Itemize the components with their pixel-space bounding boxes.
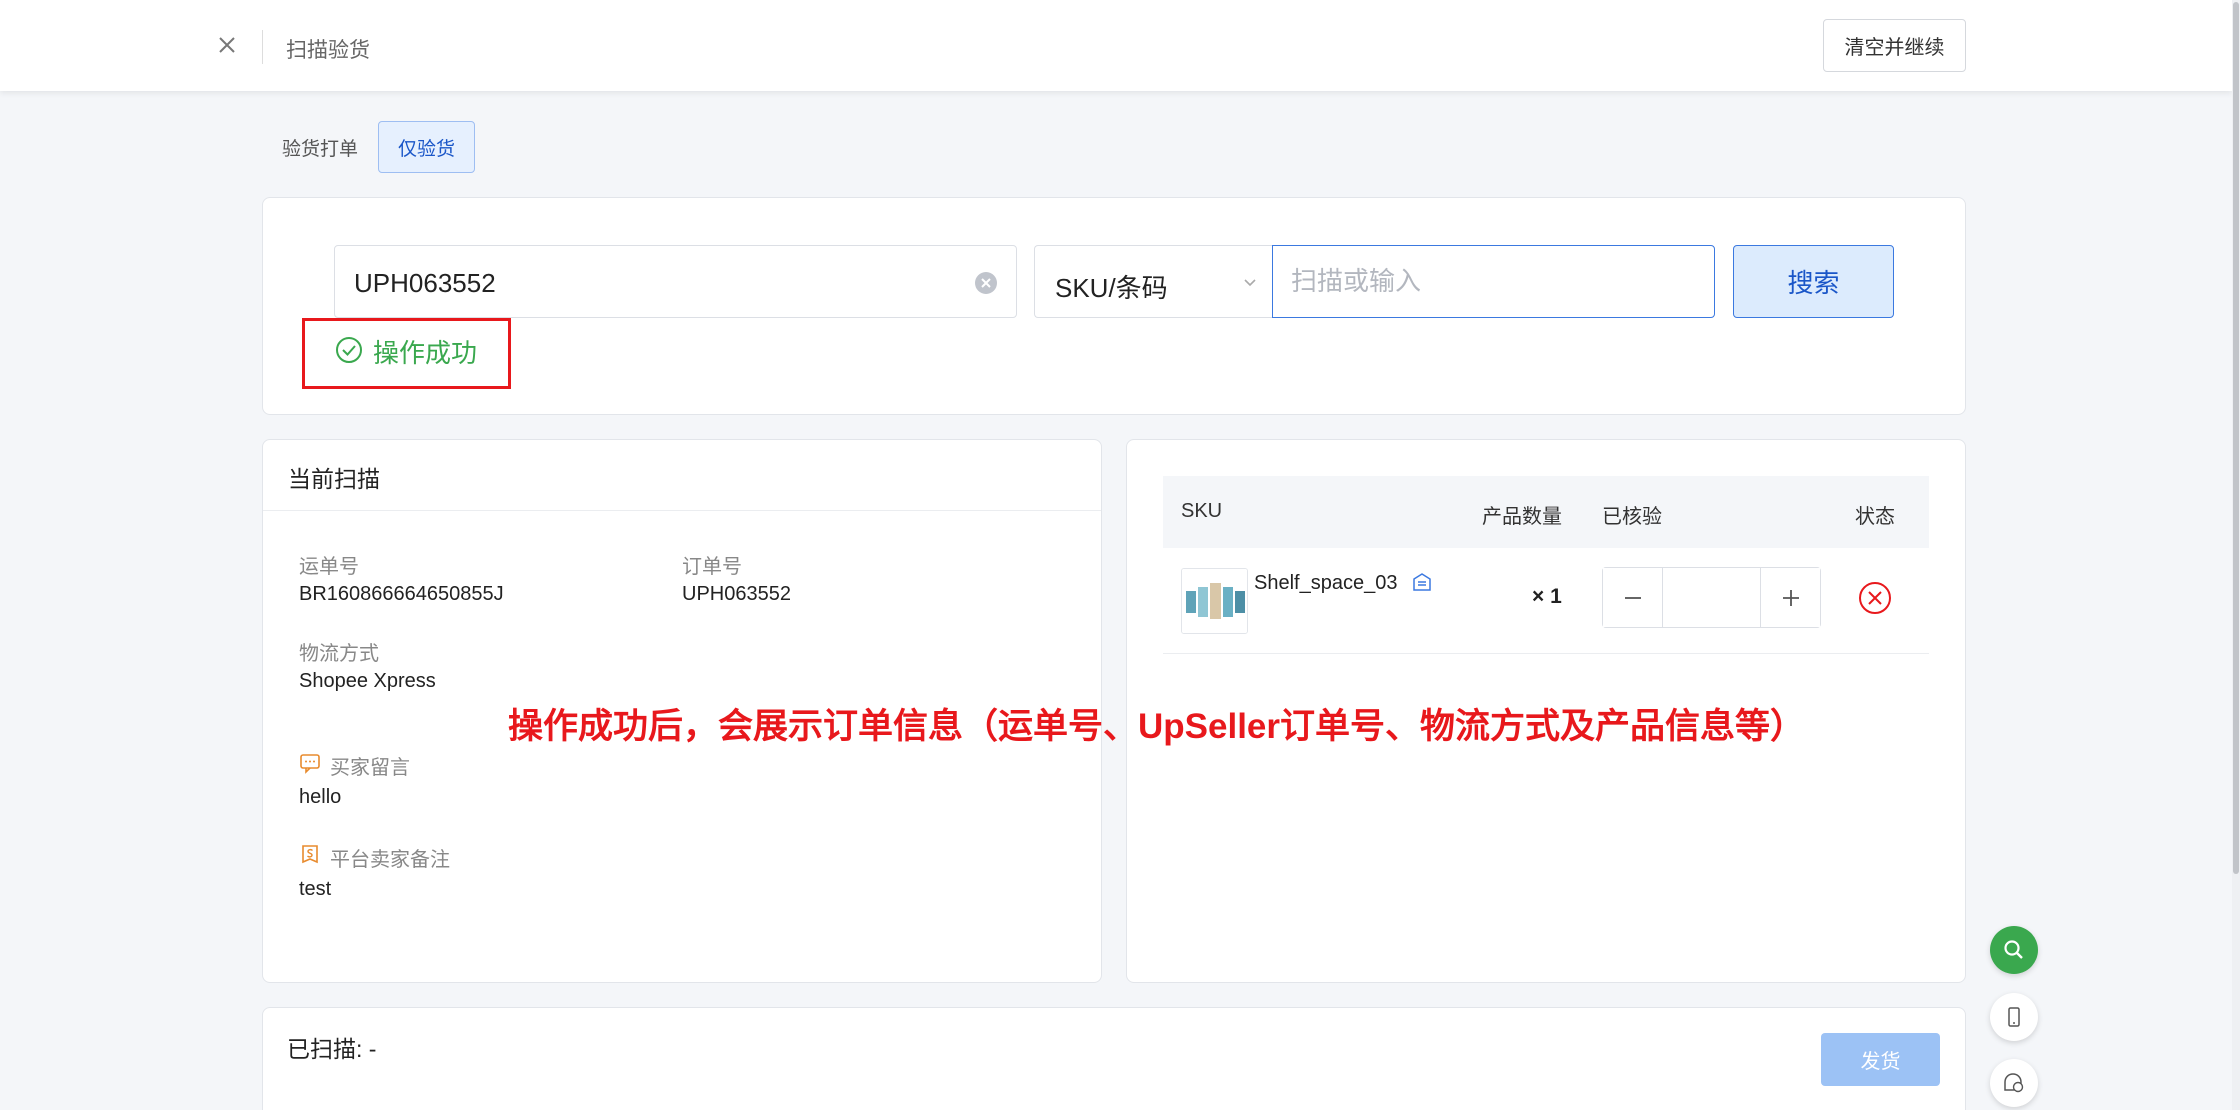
order-number-input[interactable]: UPH063552 <box>334 245 1017 318</box>
verified-quantity-input[interactable] <box>1664 568 1760 627</box>
scrollbar[interactable] <box>2232 0 2240 1110</box>
check-circle-icon <box>336 337 362 363</box>
waybill-label: 运单号 <box>299 556 359 578</box>
scanned-summary-card <box>262 1007 1966 1110</box>
buyer-note-label: 买家留言 <box>330 757 410 779</box>
close-icon[interactable] <box>212 30 242 60</box>
top-bar: 扫描验货 清空并继续 <box>0 0 2232 91</box>
search-button[interactable]: 搜索 <box>1733 245 1894 318</box>
row-divider <box>1163 653 1929 654</box>
message-icon <box>300 754 320 774</box>
column-header-sku: SKU <box>1181 500 1223 522</box>
status-message: 操作成功 <box>373 338 478 368</box>
warehouse-icon[interactable] <box>1411 571 1433 593</box>
chevron-down-icon <box>1244 279 1256 287</box>
waybill-value: BR160866664650855J <box>299 583 504 605</box>
verified-quantity-stepper[interactable] <box>1602 567 1821 628</box>
floating-search-button[interactable] <box>1990 926 2038 974</box>
order-label: 订单号 <box>682 556 742 578</box>
seller-note-icon <box>302 845 318 864</box>
scanned-count: 已扫描: - <box>287 1036 377 1062</box>
sku-quantity: × 1 <box>1532 585 1562 608</box>
buyer-note-value: hello <box>299 786 342 808</box>
page-title: 扫描验货 <box>286 39 370 62</box>
mobile-icon <box>2008 1007 2020 1027</box>
clear-and-continue-button[interactable]: 清空并继续 <box>1823 19 1966 72</box>
chat-icon <box>2004 1073 2024 1093</box>
search-icon <box>2004 940 2023 959</box>
scan-type-select[interactable]: SKU/条码 <box>1034 245 1272 318</box>
minus-icon <box>1624 596 1641 599</box>
floating-chat-button[interactable] <box>1990 1059 2038 1107</box>
decrement-button[interactable] <box>1603 568 1663 627</box>
error-status-icon[interactable] <box>1857 580 1893 616</box>
column-header-status: 状态 <box>1855 506 1895 528</box>
seller-note-label: 平台卖家备注 <box>330 849 450 871</box>
seller-note-value: test <box>299 878 332 900</box>
scan-type-selected: SKU/条码 <box>1055 273 1168 303</box>
increment-button[interactable] <box>1760 568 1820 627</box>
logistics-label: 物流方式 <box>299 643 379 665</box>
logistics-value: Shopee Xpress <box>299 670 436 692</box>
clear-input-icon[interactable] <box>973 270 999 296</box>
scrollbar-thumb[interactable] <box>2233 2 2239 874</box>
tab-inspect-and-print[interactable]: 验货打单 <box>270 121 370 173</box>
sku-name: Shelf_space_03 <box>1254 572 1398 594</box>
tab-inspect-only[interactable]: 仅验货 <box>378 121 475 173</box>
title-divider <box>262 30 263 64</box>
floating-mobile-button[interactable] <box>1990 993 2038 1041</box>
column-header-verified: 已核验 <box>1602 506 1662 528</box>
column-header-quantity: 产品数量 <box>1482 506 1562 528</box>
divider <box>263 510 1101 511</box>
annotation-text: 操作成功后，会展示订单信息（运单号、UpSeller订单号、物流方式及产品信息等… <box>508 707 1806 746</box>
order-value: UPH063552 <box>682 583 791 605</box>
ship-button[interactable]: 发货 <box>1821 1033 1940 1086</box>
product-thumbnail <box>1181 568 1248 634</box>
current-scan-title: 当前扫描 <box>288 466 380 492</box>
plus-icon <box>1782 589 1799 606</box>
order-number-value: UPH063552 <box>354 268 496 298</box>
scan-input[interactable] <box>1272 245 1715 318</box>
